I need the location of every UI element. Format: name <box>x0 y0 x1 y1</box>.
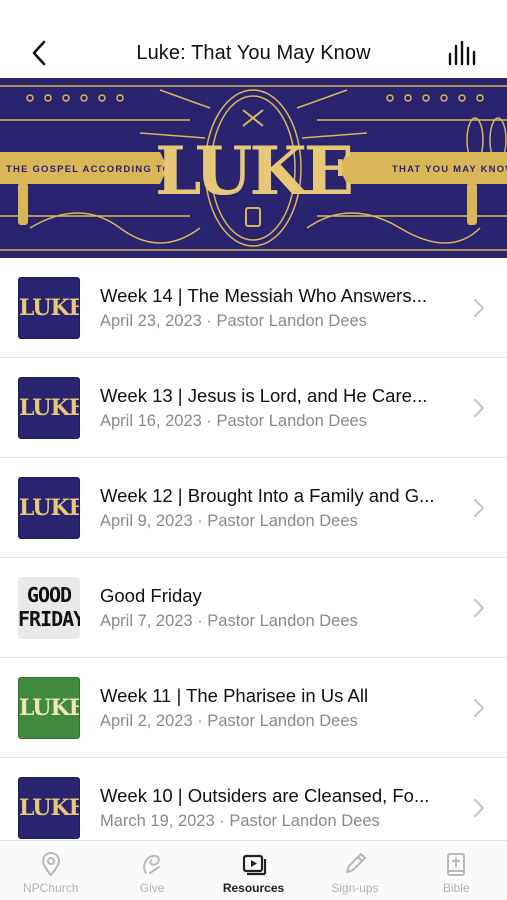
sermon-thumbnail: LUKE <box>18 776 80 839</box>
banner-left-text: THE GOSPEL ACCORDING TO <box>6 164 171 175</box>
chevron-right-icon <box>474 799 484 817</box>
thumbnail-text: LUKE <box>19 294 80 321</box>
sermon-meta: April 23, 2023 · Pastor Landon Dees <box>100 311 367 330</box>
sermon-title: Week 12 | Brought Into a Family and G... <box>100 484 435 506</box>
tab-sign-ups[interactable]: Sign-ups <box>304 841 405 900</box>
sermon-meta: April 9, 2023 · Pastor Landon Dees <box>100 511 358 530</box>
banner-title: LUKE <box>155 132 351 210</box>
media-play-icon <box>241 851 267 877</box>
tab-bible[interactable]: Bible <box>406 841 507 900</box>
sermon-thumbnail: GOOD FRIDAY <box>18 576 80 639</box>
sermon-row[interactable]: LUKE Week 13 | Jesus is Lord, and He Care… <box>0 358 507 458</box>
sermon-title: Good Friday <box>100 584 202 606</box>
thumbnail-text: FRIDAY <box>18 606 80 631</box>
chevron-right-icon <box>474 299 484 317</box>
banner-right-text: THAT YOU MAY KNOW <box>392 164 507 175</box>
give-icon <box>139 851 165 877</box>
status-bar <box>0 0 507 28</box>
tab-label: Bible <box>442 881 470 895</box>
sermon-title: Week 11 | The Pharisee in Us All <box>100 684 369 706</box>
navigation-bar: Luke: That You May Know <box>0 28 507 78</box>
sermon-title: Week 13 | Jesus is Lord, and He Care... <box>100 384 428 406</box>
sermon-row[interactable]: GOOD FRIDAY Good Friday April 7, 2023 · Pas… <box>0 558 507 658</box>
thumbnail-text: LUKE <box>19 694 80 721</box>
tab-bar: NPChurch Give Resources Sign-ups Bible <box>0 840 507 900</box>
sermon-row[interactable]: LUKE Week 12 | Brought Into a Family and … <box>0 458 507 558</box>
chevron-right-icon <box>474 399 484 417</box>
thumbnail-text: GOOD <box>26 582 72 607</box>
thumbnail-text: LUKE <box>19 394 80 421</box>
sermon-thumbnail: LUKE <box>18 376 80 439</box>
sermon-title: Week 10 | Outsiders are Cleansed, Fo... <box>100 784 430 806</box>
bible-icon <box>443 851 469 877</box>
sermon-thumbnail: LUKE <box>18 676 80 739</box>
chevron-right-icon <box>474 599 484 617</box>
location-pin-icon <box>38 851 64 877</box>
chevron-left-icon <box>32 40 46 66</box>
sermon-list: LUKE Week 14 | The Messiah Who Answers...… <box>0 258 507 858</box>
pencil-icon <box>342 851 368 877</box>
tab-label: Resources <box>222 881 285 895</box>
tab-label: NPChurch <box>23 881 79 895</box>
back-button[interactable] <box>24 38 54 68</box>
sermon-meta: April 16, 2023 · Pastor Landon Dees <box>100 411 367 430</box>
sermon-meta: March 19, 2023 · Pastor Landon Dees <box>100 811 380 830</box>
tab-label: Give <box>139 881 165 895</box>
sermon-title: Week 14 | The Messiah Who Answers... <box>100 284 427 306</box>
sermon-meta: April 2, 2023 · Pastor Landon Dees <box>100 711 358 730</box>
sermon-thumbnail: LUKE <box>18 276 80 339</box>
audio-bars-icon[interactable] <box>447 40 479 68</box>
series-banner: THE GOSPEL ACCORDING TO THAT YOU MAY KNO… <box>0 78 507 258</box>
tab-give[interactable]: Give <box>101 841 202 900</box>
sermon-thumbnail: LUKE <box>18 476 80 539</box>
chevron-right-icon <box>474 699 484 717</box>
thumbnail-text: LUKE <box>19 494 80 521</box>
sermon-row[interactable]: LUKE Week 11 | The Pharisee in Us All Apri… <box>0 658 507 758</box>
tab-resources[interactable]: Resources <box>203 841 304 900</box>
banner-artwork: THE GOSPEL ACCORDING TO THAT YOU MAY KNO… <box>0 78 507 258</box>
tab-label: Sign-ups <box>331 881 379 895</box>
thumbnail-text: LUKE <box>19 794 80 821</box>
sermon-row[interactable]: LUKE Week 14 | The Messiah Who Answers...… <box>0 258 507 358</box>
chevron-right-icon <box>474 499 484 517</box>
page-title: Luke: That You May Know <box>136 41 371 64</box>
sermon-meta: April 7, 2023 · Pastor Landon Dees <box>100 611 358 630</box>
tab-npchurch[interactable]: NPChurch <box>0 841 101 900</box>
